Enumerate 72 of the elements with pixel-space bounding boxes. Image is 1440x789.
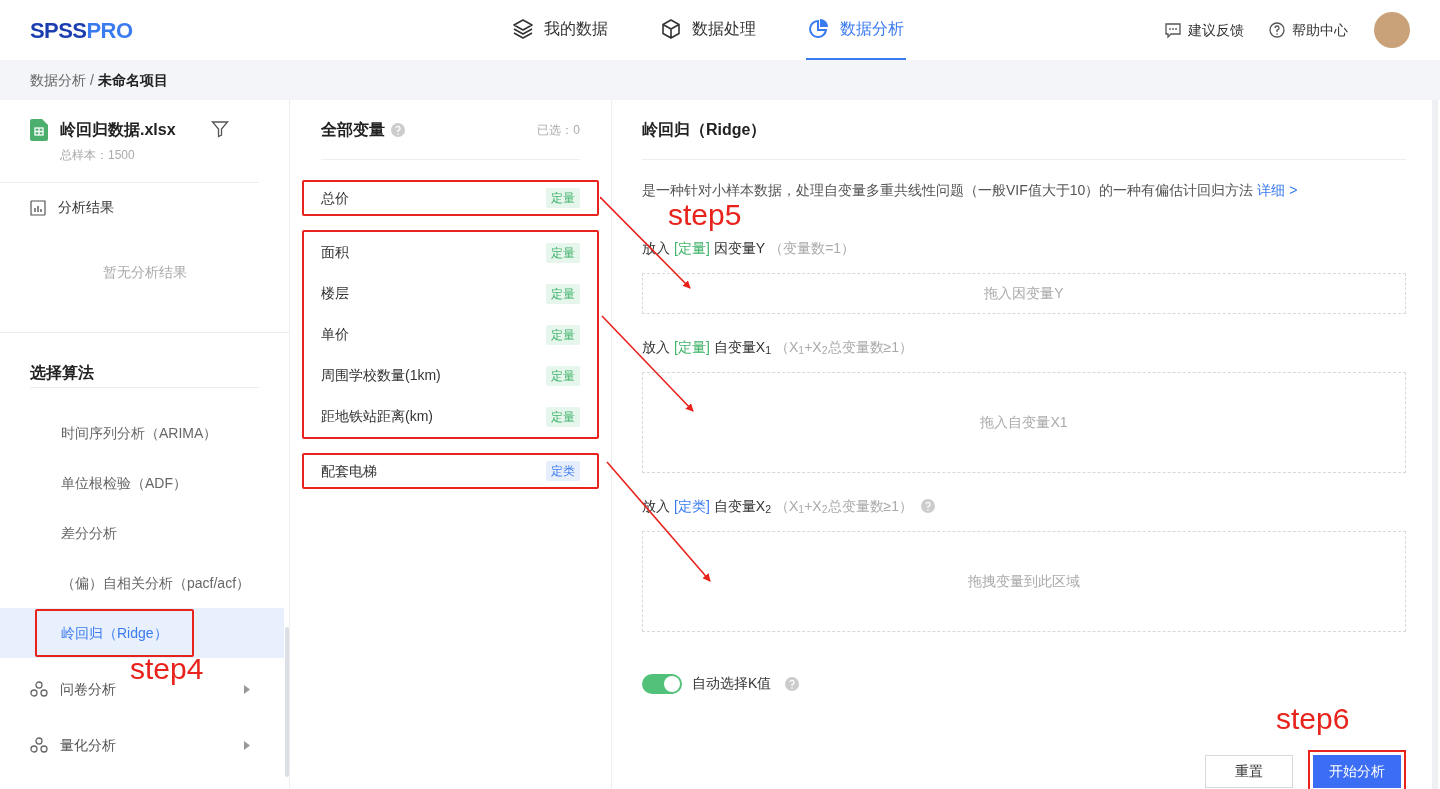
algorithm-category[interactable]: 问卷分析 <box>60 678 116 700</box>
nodes-icon <box>30 681 48 697</box>
variable-item[interactable]: 面积 定量 <box>304 232 597 273</box>
help-icon[interactable] <box>391 122 405 137</box>
variable-item[interactable]: 配套电梯 定类 <box>304 455 597 487</box>
header-link[interactable]: 帮助中心 <box>1268 19 1348 41</box>
slot-hint: （X$_{1}$+X$_{2}$总变量数≥1） <box>774 496 913 517</box>
algorithm-item[interactable]: 单位根检验（ADF） <box>0 458 284 508</box>
breadcrumb-separator: / <box>90 70 94 90</box>
button[interactable]: 重置 <box>1205 755 1293 788</box>
caret-icon[interactable] <box>244 740 250 750</box>
type-tag: 定类 <box>546 461 580 481</box>
toggle-label: 自动选择K值 <box>692 674 772 693</box>
variable-item[interactable]: 周围学校数量(1km) 定量 <box>304 355 597 396</box>
variable-item[interactable]: 距地铁站距离(km) 定量 <box>304 396 597 437</box>
sample-count: 总样本：1500 <box>60 147 136 164</box>
method-title: 岭回归（Ridge） <box>642 100 1406 160</box>
type-label: [定量] <box>674 238 710 258</box>
help-icon[interactable] <box>785 676 800 691</box>
method-description: 是一种针对小样本数据，处理自变量多重共线性问题（一般VIF值大于10）的一种有偏估计回归方法 <box>642 182 1254 198</box>
header-link[interactable]: 建议反馈 <box>1164 19 1244 41</box>
type-label: [定量] <box>674 337 710 357</box>
type-tag: 定量 <box>546 365 580 386</box>
results-label[interactable]: 分析结果 <box>58 197 114 218</box>
file-name: 岭回归数据.xlsx <box>60 120 177 140</box>
selected-count: 已选：0 <box>537 121 580 139</box>
nodes-icon <box>30 737 48 753</box>
type-tag: 定量 <box>546 324 580 345</box>
nav-tab[interactable]: 我的数据 <box>510 0 610 60</box>
caret-icon[interactable] <box>244 684 250 694</box>
algorithm-item[interactable]: 岭回归（Ridge） <box>0 608 284 658</box>
slot-label: 因变量Y <box>713 238 766 258</box>
variable-item[interactable]: 单价 定量 <box>304 314 597 355</box>
avatar[interactable] <box>1374 12 1410 48</box>
type-label: [定类] <box>674 496 710 516</box>
breadcrumb-item: 未命名项目 <box>97 70 168 90</box>
cube-icon <box>660 18 682 40</box>
detail-link[interactable]: 详细 > <box>1257 182 1298 198</box>
type-tag: 定量 <box>546 283 580 304</box>
help-icon[interactable] <box>921 499 935 513</box>
slot-label: 自变量X$_{1}$ <box>713 337 771 358</box>
comment-icon <box>1164 21 1182 39</box>
layers-icon <box>512 18 534 40</box>
type-tag: 定量 <box>546 188 580 208</box>
variable-item[interactable]: 总价 定量 <box>304 182 597 214</box>
help-icon <box>1268 21 1286 39</box>
filter-icon[interactable] <box>211 120 229 138</box>
step-annotation: step5 <box>668 197 742 233</box>
slot-hint: （变量数=1） <box>769 238 856 258</box>
logo: SPSSPRO <box>30 16 134 45</box>
slot-label: 放入 <box>642 337 670 357</box>
algorithm-category[interactable]: 量化分析 <box>60 734 116 756</box>
spreadsheet-file-icon <box>30 119 48 141</box>
algorithm-item[interactable]: 差分分析 <box>0 508 284 558</box>
toggle-switch[interactable] <box>642 673 682 694</box>
breadcrumb-item[interactable]: 数据分析 <box>30 69 86 91</box>
algorithm-item[interactable]: （偏）自相关分析（pacf/acf） <box>0 558 284 608</box>
panel-title: 全部变量 <box>321 119 385 140</box>
scrollbar[interactable] <box>285 627 289 777</box>
pie-chart-icon <box>808 18 830 40</box>
variable-item[interactable]: 楼层 定量 <box>304 273 597 314</box>
type-tag: 定量 <box>546 406 580 427</box>
empty-results-text: 暂无分析结果 <box>102 263 188 282</box>
type-tag: 定量 <box>546 242 580 263</box>
step-annotation: step6 <box>1276 701 1350 737</box>
algorithm-item[interactable]: 时间序列分析（ARIMA） <box>0 408 284 458</box>
bar-chart-icon <box>30 199 46 216</box>
slot-hint: （X$_{1}$+X$_{2}$总变量数≥1） <box>774 337 913 358</box>
section-title: 选择算法 <box>30 333 259 388</box>
slot-label: 自变量X$_{2}$ <box>713 496 771 517</box>
nav-tab[interactable]: 数据处理 <box>658 0 758 60</box>
button[interactable]: 开始分析 <box>1313 755 1401 788</box>
